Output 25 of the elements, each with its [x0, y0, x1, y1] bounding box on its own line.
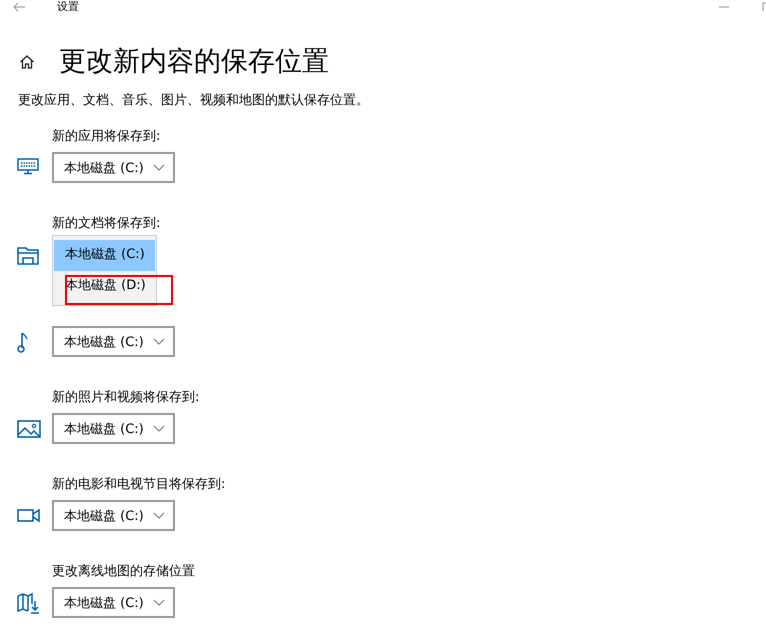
drive-dropdown[interactable]: 本地磁盘 (C:)	[52, 500, 175, 531]
setting-label: 更改离线地图的存储位置	[52, 563, 196, 580]
chevron-down-icon	[153, 599, 165, 606]
chevron-down-icon	[153, 425, 165, 432]
page-description: 更改应用、文档、音乐、图片、视频和地图的默认保存位置。	[18, 92, 370, 110]
music-note-icon	[17, 330, 28, 352]
page-title: 更改新内容的保存位置	[59, 45, 329, 79]
image-icon	[17, 418, 41, 440]
drive-dropdown[interactable]: 本地磁盘 (C:)	[52, 326, 175, 357]
chevron-down-icon	[153, 512, 165, 519]
dropdown-option[interactable]: 本地磁盘 (C:)	[54, 240, 155, 271]
chevron-down-icon	[153, 164, 165, 171]
drive-dropdown[interactable]: 本地磁盘 (C:)	[52, 152, 175, 183]
drive-dropdown[interactable]: 本地磁盘 (C:)	[52, 413, 175, 444]
home-icon	[19, 54, 35, 70]
back-arrow-icon[interactable]	[12, 2, 26, 12]
setting-label: 新的文档将保存到:	[52, 215, 162, 232]
chevron-down-icon	[153, 338, 165, 345]
maximize-icon[interactable]	[762, 2, 766, 12]
map-download-icon	[17, 592, 41, 614]
setting-label: 新的照片和视频将保存到:	[52, 389, 200, 406]
setting-label: 新的应用将保存到:	[52, 128, 162, 145]
drive-dropdown[interactable]: 本地磁盘 (C:)	[52, 587, 175, 618]
window-title: 设置	[57, 0, 79, 14]
setting-label: 新的电影和电视节目将保存到:	[52, 476, 226, 493]
